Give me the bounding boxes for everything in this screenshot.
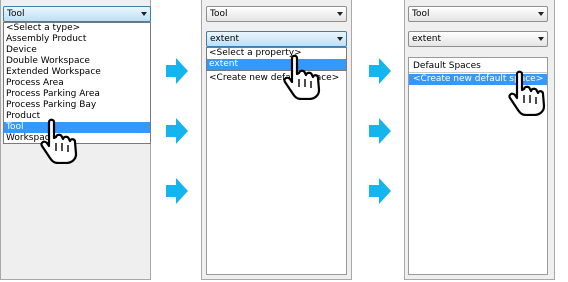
type-combo-value: Tool xyxy=(210,9,228,19)
type-combo[interactable]: Tool xyxy=(408,6,548,22)
property-combo[interactable]: extent xyxy=(206,31,347,47)
arrow-right-icon xyxy=(369,58,391,84)
type-option[interactable]: Process Area xyxy=(4,78,150,89)
type-combo[interactable]: Tool xyxy=(206,6,347,22)
chevron-down-icon[interactable] xyxy=(538,12,544,16)
hand-pointer-icon xyxy=(283,54,321,100)
property-combo[interactable]: extent xyxy=(408,31,548,47)
type-option[interactable]: Device xyxy=(4,45,150,56)
type-option[interactable]: Double Workspace xyxy=(4,56,150,67)
type-option[interactable]: Process Parking Bay xyxy=(4,100,150,111)
arrow-right-icon xyxy=(166,58,188,84)
type-combo[interactable]: Tool xyxy=(3,6,151,22)
type-combo-value: Tool xyxy=(412,9,430,19)
chevron-down-icon[interactable] xyxy=(141,12,147,16)
property-combo-value: extent xyxy=(210,34,240,44)
type-option[interactable]: Extended Workspace xyxy=(4,67,150,78)
type-option[interactable]: <Select a type> xyxy=(4,23,150,34)
type-option[interactable]: Process Parking Area xyxy=(4,89,150,100)
arrow-right-icon xyxy=(369,118,391,144)
chevron-down-icon[interactable] xyxy=(337,12,343,16)
type-option[interactable]: Assembly Product xyxy=(4,34,150,45)
chevron-down-icon[interactable] xyxy=(538,37,544,41)
property-combo-value: extent xyxy=(412,34,442,44)
arrow-right-icon xyxy=(166,118,188,144)
hand-pointer-icon xyxy=(508,70,546,116)
hand-pointer-icon xyxy=(40,118,78,164)
arrow-right-icon xyxy=(369,178,391,204)
arrow-right-icon xyxy=(166,178,188,204)
chevron-down-icon[interactable] xyxy=(337,37,343,41)
type-combo-value: Tool xyxy=(7,9,25,19)
